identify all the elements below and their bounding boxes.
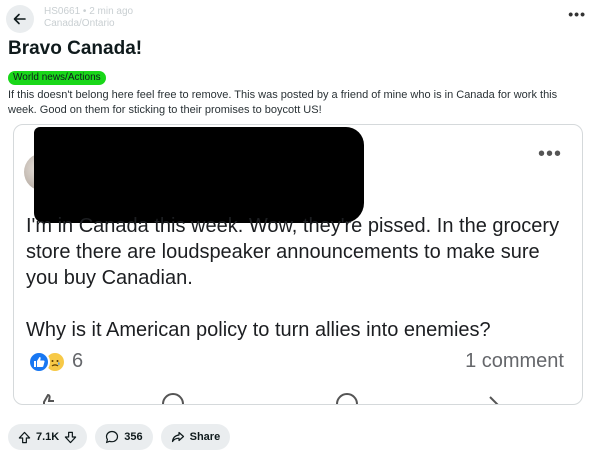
downvote-icon[interactable] [64, 431, 77, 444]
post-meta: HS0661 • 2 min ago Canada/Ontario [44, 6, 133, 30]
post-actions: 7.1K 356 Share [8, 424, 231, 450]
comment-icon [106, 430, 119, 444]
embedded-screenshot[interactable]: ••• I'm in Canada this week. Wow, they'r… [13, 124, 583, 405]
embedded-comment-count: 1 comment [465, 350, 564, 372]
back-button[interactable] [6, 5, 34, 33]
upvote-icon[interactable] [18, 431, 31, 444]
arrow-left-icon [13, 13, 26, 25]
share-label: Share [189, 431, 221, 443]
share-button[interactable]: Share [160, 424, 231, 450]
like-outline-icon [38, 393, 60, 404]
post-title: Bravo Canada! [8, 38, 143, 59]
post-flair[interactable]: World news/Actions [8, 71, 106, 85]
embedded-more-icon: ••• [537, 143, 562, 165]
vote-pill: 7.1K [8, 424, 88, 450]
top-bar: HS0661 • 2 min ago Canada/Ontario ••• [0, 0, 600, 36]
comment-outline-icon [162, 393, 184, 404]
messenger-outline-icon [336, 393, 358, 404]
author-line[interactable]: HS0661 • 2 min ago [44, 6, 133, 17]
reactions: 6 [28, 350, 83, 373]
redaction-mark [34, 127, 364, 223]
comment-count: 356 [124, 431, 143, 443]
more-options-button[interactable]: ••• [568, 6, 586, 22]
embedded-post-text: I'm in Canada this week. Wow, they're pi… [26, 215, 560, 341]
share-icon [171, 431, 184, 443]
like-reaction-icon [28, 350, 50, 373]
author-subtext: Canada/Ontario [44, 18, 115, 29]
vote-count: 7.1K [36, 431, 60, 443]
share-outline-icon [480, 393, 502, 404]
embedded-action-icons [14, 393, 582, 404]
post-body: If this doesn't belong here feel free to… [8, 89, 558, 116]
reaction-count: 6 [72, 350, 84, 372]
comments-button[interactable]: 356 [95, 424, 153, 450]
